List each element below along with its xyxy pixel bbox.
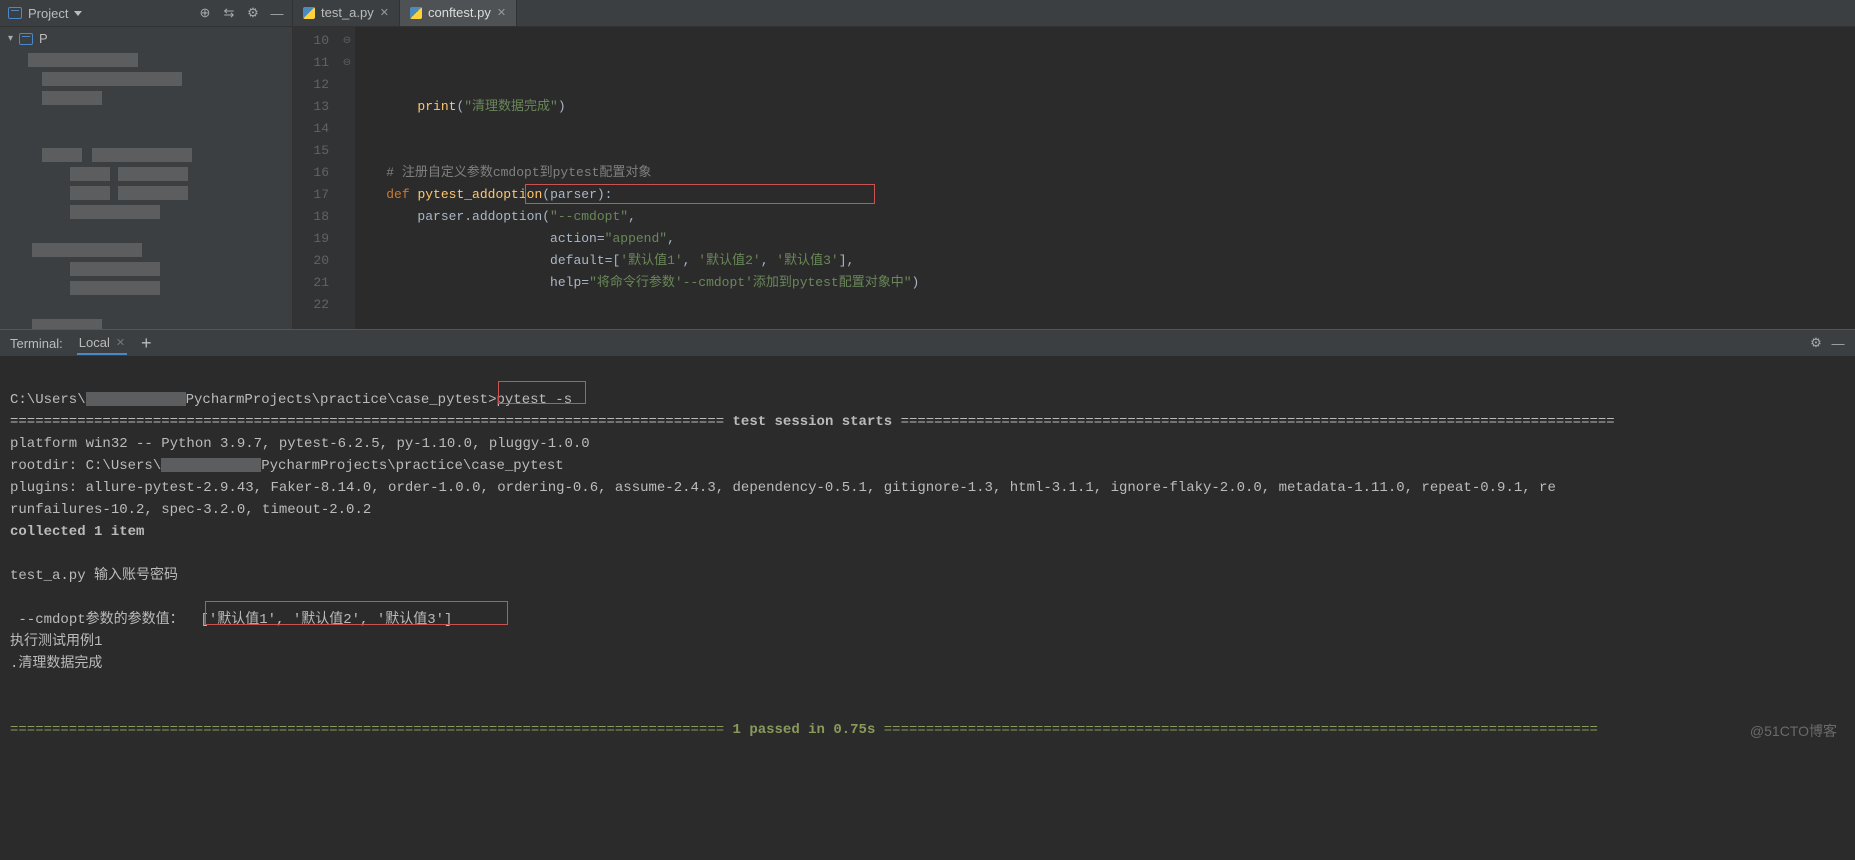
python-file-icon [303,7,315,19]
fold-column[interactable]: ⊖⊖ [339,27,355,329]
project-tree-items [0,51,292,329]
plugins-line: plugins: allure-pytest-2.9.43, Faker-8.1… [10,480,1556,496]
project-sidebar-header: Project ⊕ ⇆ ⚙ — [0,0,293,26]
code-area[interactable]: print("清理数据完成") # 注册自定义参数cmdopt到pytest配置… [355,27,1855,329]
project-title: Project [28,6,68,21]
plugins-line-2: runfailures-10.2, spec-3.2.0, timeout-2.… [10,502,371,518]
project-tree[interactable]: ▾ P [0,27,293,329]
close-icon[interactable]: ✕ [497,6,506,19]
locate-icon[interactable]: ⊕ [198,6,212,20]
gear-icon[interactable]: ⚙ [1809,336,1823,350]
terminal-tab-local[interactable]: Local ✕ [77,332,127,355]
terminal-output-highlight [205,601,508,625]
close-icon[interactable]: ✕ [116,336,125,349]
pass-banner: ========================================… [10,722,1598,738]
terminal-add-button[interactable]: + [141,334,152,352]
tab-label: conftest.py [428,5,491,20]
project-dropdown[interactable]: Project [8,6,192,21]
terminal-command-highlight [498,381,586,404]
terminal-prompt: C:\Users\PycharmProjects\practice\case_p… [10,392,496,408]
exec-line: 执行测试用例1 [10,634,102,650]
collapse-icon[interactable]: — [270,6,284,20]
editor-tabs: test_a.py ✕ conftest.py ✕ [293,0,1855,26]
gear-icon[interactable]: ⚙ [246,6,260,20]
tab-label: test_a.py [321,5,374,20]
expand-icon[interactable]: ⇆ [222,6,236,20]
terminal-output[interactable]: C:\Users\PycharmProjects\practice\case_p… [0,357,1855,860]
tab-test_a-py[interactable]: test_a.py ✕ [293,0,400,26]
terminal-title: Terminal: [10,336,63,351]
platform-line: platform win32 -- Python 3.9.7, pytest-6… [10,436,590,452]
project-root-item[interactable]: ▾ P [0,27,292,50]
watermark: @51CTO博客 [1750,720,1837,742]
session-banner: ========================================… [10,414,1615,430]
code-highlight-box [525,184,875,204]
rootdir-line: rootdir: C:\Users\PycharmProjects\practi… [10,458,564,474]
cleanup-line: .清理数据完成 [10,656,102,672]
project-icon [8,7,22,19]
line-gutter: 10111213141516171819202122 [293,27,339,329]
test-output-line: test_a.py 输入账号密码 [10,568,178,584]
collapse-icon[interactable]: — [1831,336,1845,350]
code-editor[interactable]: 10111213141516171819202122 ⊖⊖ print("清理数… [293,27,1855,329]
project-root-label: P [39,31,48,46]
chevron-down-icon [74,11,82,16]
collected-line: collected 1 item [10,524,144,540]
close-icon[interactable]: ✕ [380,6,389,19]
folder-icon [19,33,33,45]
tab-conftest-py[interactable]: conftest.py ✕ [400,0,517,26]
python-file-icon [410,7,422,19]
chevron-down-icon: ▾ [8,33,13,44]
terminal-tab-label: Local [79,335,110,350]
terminal-header: Terminal: Local ✕ + ⚙ — [0,329,1855,357]
